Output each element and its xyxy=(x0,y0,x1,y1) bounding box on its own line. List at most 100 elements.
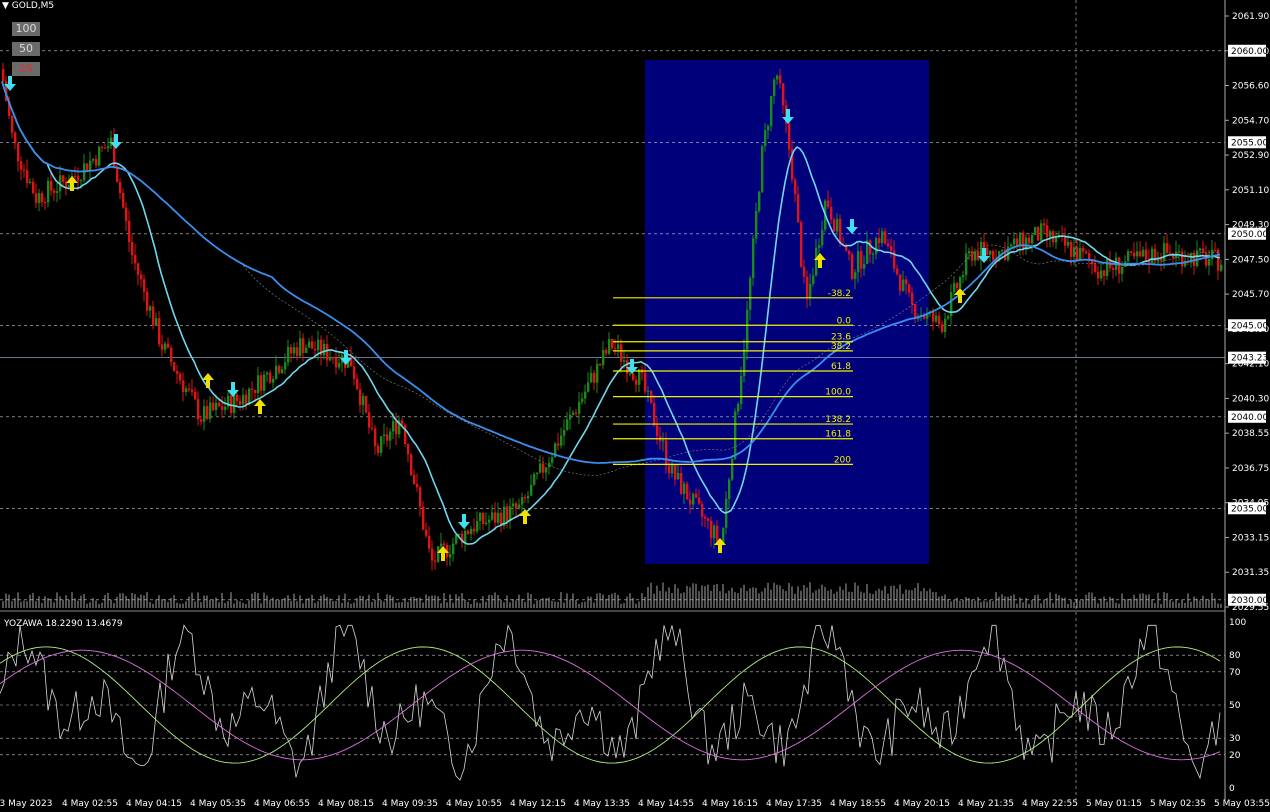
candle-body xyxy=(680,472,683,494)
candle-body xyxy=(14,132,17,144)
candle-body xyxy=(563,430,566,436)
candle-body xyxy=(1001,249,1004,252)
candle-body xyxy=(1100,270,1103,279)
candle-body xyxy=(467,530,470,534)
candle-body xyxy=(1169,252,1172,254)
symbol-title[interactable]: ▼ GOLD,M5 xyxy=(2,1,54,11)
candle-body xyxy=(932,311,935,322)
candle-body xyxy=(1040,223,1043,241)
candle-body xyxy=(803,266,806,277)
candle-body xyxy=(875,238,878,254)
time-tick-label: 4 May 17:35 xyxy=(766,799,822,809)
price-tick-label: 2047.50 xyxy=(1232,255,1269,265)
candle-body xyxy=(233,394,236,413)
level-button-25[interactable]: 25 xyxy=(12,62,40,76)
candle-body xyxy=(854,272,857,279)
candle-body xyxy=(890,246,893,251)
candle-body xyxy=(26,170,29,183)
candle-body xyxy=(1046,225,1049,238)
candle-body xyxy=(377,445,380,453)
candle-body xyxy=(707,518,710,521)
candle-body xyxy=(470,528,473,534)
candle-body xyxy=(635,379,638,385)
candle-body xyxy=(206,406,209,419)
symbol-label: GOLD,M5 xyxy=(11,1,55,11)
candle-body xyxy=(275,365,278,379)
candle-body xyxy=(542,463,545,473)
candle-body xyxy=(401,420,404,425)
candle-body xyxy=(167,343,170,348)
candle-body xyxy=(617,344,620,349)
candle-body xyxy=(1142,249,1145,257)
candle-body xyxy=(896,268,899,275)
candle-body xyxy=(839,218,842,244)
candle-body xyxy=(1217,249,1220,271)
level-button-50[interactable]: 50 xyxy=(12,42,40,56)
triangle-down-icon[interactable]: ▼ xyxy=(2,1,9,11)
candle-body xyxy=(548,462,551,468)
candle-body xyxy=(404,424,407,445)
candle-body xyxy=(257,375,260,393)
candle-body xyxy=(98,146,101,166)
candle-body xyxy=(572,412,575,415)
candle-body xyxy=(443,543,446,545)
candle-body xyxy=(179,373,182,381)
candle-body xyxy=(1085,251,1088,254)
candle-body xyxy=(200,419,203,422)
candle-body xyxy=(965,253,968,276)
candle-body xyxy=(1151,248,1154,264)
candle-body xyxy=(1070,241,1073,257)
candle-body xyxy=(161,344,164,350)
candle-body xyxy=(20,161,23,170)
candle-body xyxy=(122,193,125,208)
price-level-label: 2035.00 xyxy=(1231,504,1268,514)
candle-body xyxy=(284,362,287,370)
candle-body xyxy=(224,406,227,410)
trading-chart[interactable]: -38.20.023.638.261.8100.0138.2161.8200 2… xyxy=(0,0,1270,812)
candle-body xyxy=(656,425,659,437)
price-tick-label: 2054.70 xyxy=(1232,116,1269,126)
candle-body xyxy=(194,391,197,400)
candle-body xyxy=(203,406,206,422)
time-tick-label: 5 May 01:15 xyxy=(1086,799,1142,809)
candle-body xyxy=(464,530,467,544)
candle-body xyxy=(428,535,431,549)
candle-body xyxy=(329,357,332,361)
candle-body xyxy=(32,181,35,194)
candle-body xyxy=(440,543,443,547)
candle-body xyxy=(95,158,98,166)
candle-body xyxy=(455,535,458,544)
candle-body xyxy=(236,394,239,402)
candle-body xyxy=(776,75,779,80)
candle-body xyxy=(416,483,419,488)
candle-body xyxy=(1049,231,1052,238)
candle-body xyxy=(488,519,491,523)
price-tick-label: 2031.35 xyxy=(1232,568,1269,578)
candle-body xyxy=(251,388,254,390)
price-level-label: 2050.00 xyxy=(1231,230,1268,240)
candle-body xyxy=(185,388,188,393)
candle-body xyxy=(737,403,740,412)
candle-body xyxy=(569,414,572,420)
candle-body xyxy=(62,175,65,182)
candle-body xyxy=(518,504,521,509)
candle-body xyxy=(281,369,284,373)
candle-body xyxy=(872,253,875,255)
candle-body xyxy=(632,373,635,380)
candle-body xyxy=(1103,270,1106,276)
level-button-100[interactable]: 100 xyxy=(12,22,40,36)
time-tick-label: 5 May 02:35 xyxy=(1150,799,1206,809)
candle-body xyxy=(29,181,32,183)
candle-body xyxy=(968,250,971,254)
candle-body xyxy=(110,137,113,147)
candle-body xyxy=(158,318,161,345)
candle-body xyxy=(485,522,488,524)
candle-body xyxy=(392,421,395,432)
candle-body xyxy=(437,546,440,562)
candle-body xyxy=(515,503,518,509)
candle-body xyxy=(119,182,122,194)
oscillator-level-label: 50 xyxy=(1229,701,1241,711)
candle-body xyxy=(755,211,758,239)
candle-body xyxy=(530,484,533,496)
candle-body xyxy=(317,339,320,351)
